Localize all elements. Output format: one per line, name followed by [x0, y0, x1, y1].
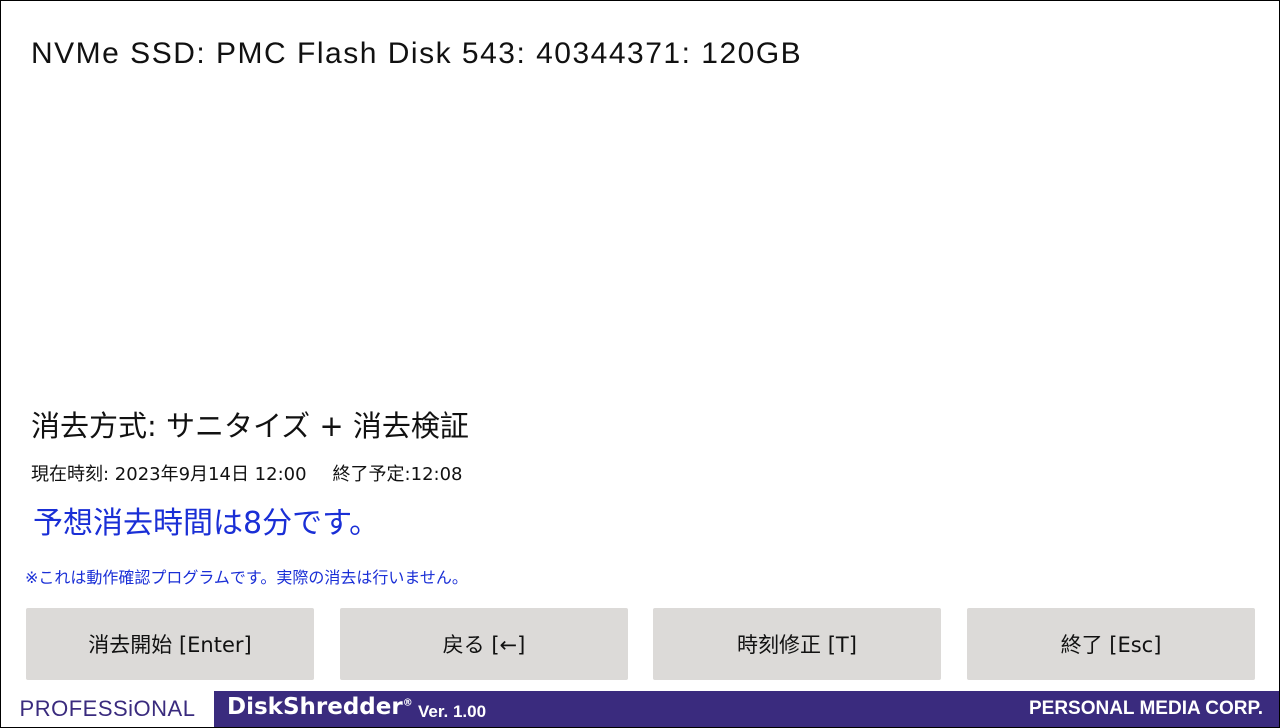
disk-title: NVMe SSD: PMC Flash Disk 543: 40344371: …: [31, 37, 803, 70]
start-erase-button[interactable]: 消去開始 [Enter]: [26, 608, 314, 680]
button-bar: 消去開始 [Enter] 戻る [←] 時刻修正 [T] 終了 [Esc]: [26, 608, 1255, 680]
estimate-message: 予想消去時間は8分です。: [33, 506, 380, 541]
footer-bar: PROFESSiONAL DiskShredder® Ver. 1.00 PER…: [1, 691, 1279, 727]
brand-logo: PROFESSiONAL: [1, 691, 215, 727]
product-name-text: DiskShredder: [227, 694, 403, 720]
quit-button[interactable]: 終了 [Esc]: [967, 608, 1255, 680]
erase-method-label: 消去方式: サニタイズ + 消去検証: [31, 409, 469, 443]
end-time: 終了予定:12:08: [332, 464, 463, 485]
brand-text: PROFESSiONAL: [19, 696, 196, 721]
current-time: 現在時刻: 2023年9月14日 12:00: [31, 464, 307, 485]
company-name: PERSONAL MEDIA CORP.: [1028, 698, 1263, 719]
app-window: NVMe SSD: PMC Flash Disk 543: 40344371: …: [0, 0, 1280, 728]
time-info: 現在時刻: 2023年9月14日 12:00 終了予定:12:08: [31, 460, 462, 486]
version-label: Ver. 1.00: [418, 702, 487, 721]
product-name: DiskShredder®: [227, 694, 413, 720]
test-mode-note: ※これは動作確認プログラムです。実際の消去は行いません。: [25, 568, 468, 587]
back-button[interactable]: 戻る [←]: [340, 608, 628, 680]
time-adjust-button[interactable]: 時刻修正 [T]: [653, 608, 941, 680]
registered-mark: ®: [402, 697, 413, 709]
